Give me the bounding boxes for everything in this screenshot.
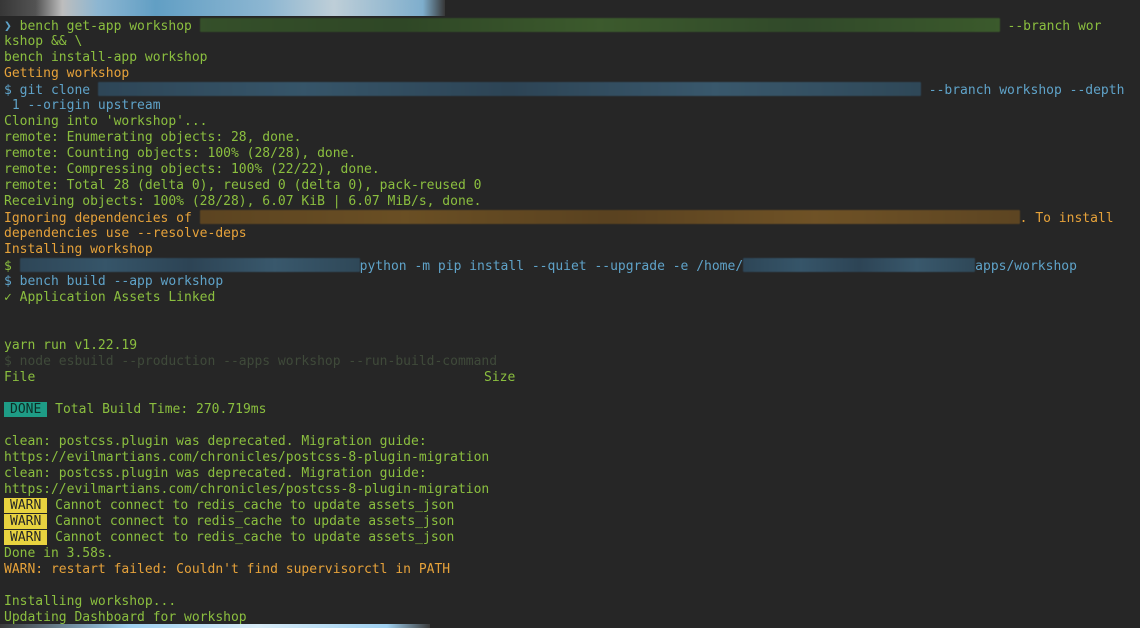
status-installing-2: Installing workshop... [4,594,177,609]
output-line: https://evilmartians.com/chronicles/post… [4,482,490,497]
command-continuation: 1 --origin upstream [4,98,161,113]
assets-linked: ✓ Application Assets Linked [4,290,216,305]
command-get-app: ❯ bench get-app workshop --branch wor [4,18,1102,34]
redacted-url [199,18,1000,32]
warn-badge: WARN [4,514,48,529]
done-in: Done in 3.58s. [4,546,114,561]
redacted-title-strip [0,0,445,16]
terminal-window[interactable]: ❯ bench get-app workshop --branch wor ks… [0,0,1140,628]
output-line: remote: Total 28 (delta 0), reused 0 (de… [4,178,482,193]
output-line: remote: Compressing objects: 100% (22/22… [4,162,380,177]
command-pip-install: $ python -m pip install --quiet --upgrad… [4,258,1077,274]
table-header-size: Size [484,370,516,385]
command-bench-build: $ bench build --app workshop [4,274,224,289]
prompt-icon: ❯ [4,19,12,34]
redacted-path [743,258,976,272]
warn-line: WARN Cannot connect to redis_cache to up… [4,498,454,514]
warn-line: WARN Cannot connect to redis_cache to up… [4,514,454,530]
output-line: Receiving objects: 100% (28/28), 6.07 Ki… [4,194,482,209]
output-line: https://evilmartians.com/chronicles/post… [4,450,490,465]
command-continuation: bench install-app workshop [4,50,208,65]
command-continuation: kshop && \ [4,34,83,49]
yarn-version: yarn run v1.22.19 [4,338,138,353]
redacted-path [19,258,360,272]
redacted-deps [199,210,1020,224]
esbuild-command: $ node esbuild --production --apps works… [4,354,498,369]
output-line: remote: Enumerating objects: 28, done. [4,130,302,145]
command-git-clone: $ git clone --branch workshop --depth [4,82,1125,98]
status-installing: Installing workshop [4,242,153,257]
redacted-url [97,82,921,96]
output-line: remote: Counting objects: 100% (28/28), … [4,146,357,161]
warn-badge: WARN [4,498,48,513]
redacted-bottom-strip [0,624,430,628]
warn-badge: WARN [4,530,48,545]
build-done-line: DONE Total Build Time: 270.719ms [4,402,266,418]
ignoring-deps-continuation: dependencies use --resolve-deps [4,226,247,241]
restart-failed-warning: WARN: restart failed: Couldn't find supe… [4,562,451,577]
done-badge: DONE [4,402,48,417]
status-getting: Getting workshop [4,66,130,81]
output-line: clean: postcss.plugin was deprecated. Mi… [4,434,427,449]
output-line: Cloning into 'workshop'... [4,114,208,129]
warn-line: WARN Cannot connect to redis_cache to up… [4,530,454,546]
ignoring-deps-line: Ignoring dependencies of . To install [4,210,1114,226]
table-header-file: File [4,370,36,385]
output-line: clean: postcss.plugin was deprecated. Mi… [4,466,427,481]
